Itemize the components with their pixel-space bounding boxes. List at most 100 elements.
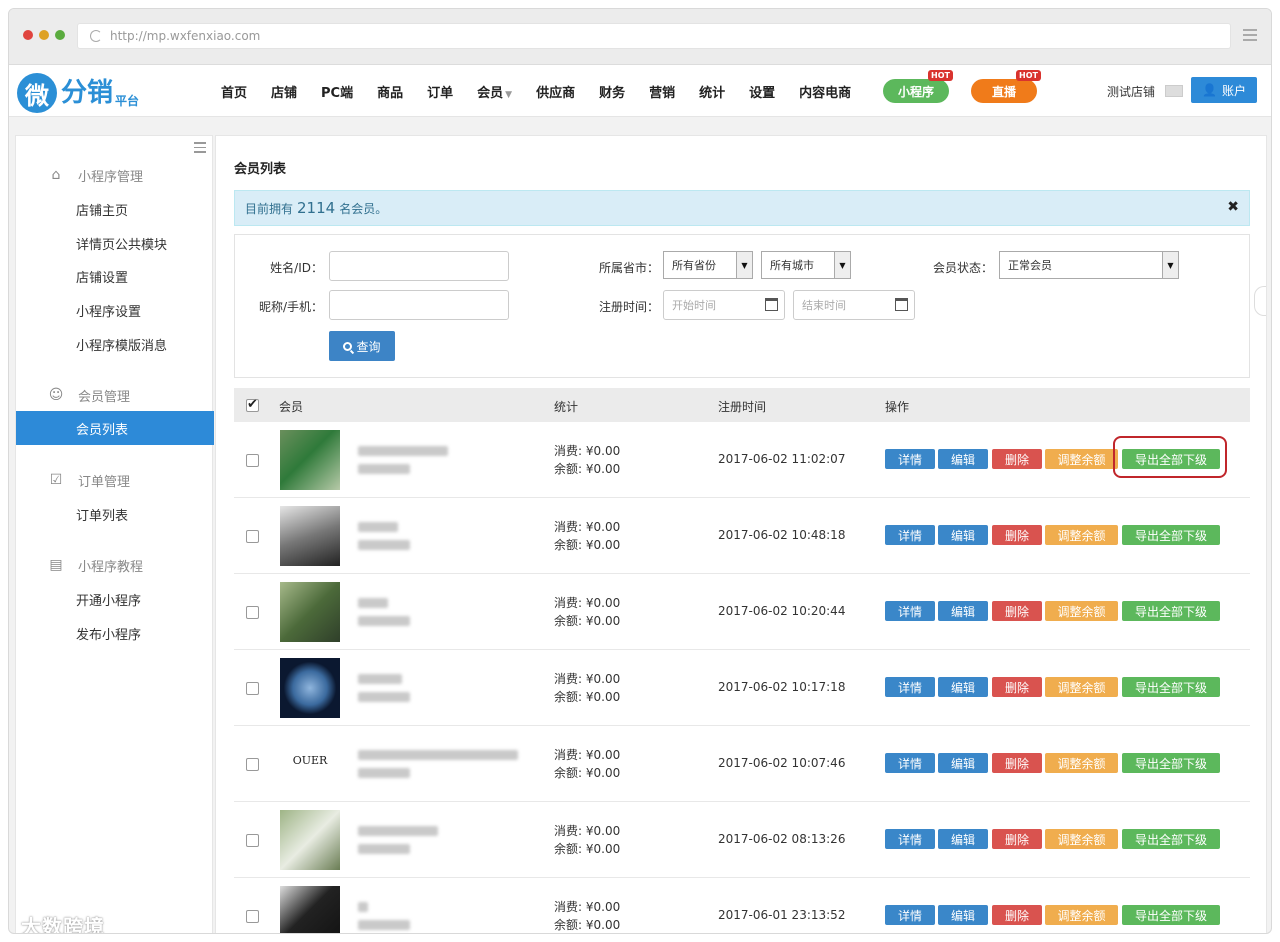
- reload-icon[interactable]: [90, 30, 102, 42]
- sidebar-item-member-list[interactable]: 会员列表: [16, 411, 214, 445]
- name-id-input[interactable]: [329, 251, 509, 281]
- delete-button[interactable]: 删除: [992, 601, 1042, 621]
- detail-button[interactable]: 详情: [885, 829, 935, 849]
- detail-button[interactable]: 详情: [885, 677, 935, 697]
- nav-orders[interactable]: 订单: [427, 82, 453, 101]
- detail-button[interactable]: 详情: [885, 449, 935, 469]
- nav-members[interactable]: 会员 ▼: [477, 82, 512, 101]
- nav-goods[interactable]: 商品: [377, 82, 403, 101]
- export-subordinates-button[interactable]: 导出全部下级: [1122, 829, 1220, 849]
- mini-program-button[interactable]: 小程序 HOT: [883, 70, 953, 103]
- export-subordinates-button[interactable]: 导出全部下级: [1122, 753, 1220, 773]
- delete-button[interactable]: 删除: [992, 677, 1042, 697]
- maximize-dot[interactable]: [55, 30, 65, 40]
- row-checkbox[interactable]: [246, 834, 259, 847]
- sidebar-toggle-icon[interactable]: [194, 142, 206, 156]
- row-checkbox[interactable]: [246, 454, 259, 467]
- nav-content-ecommerce[interactable]: 内容电商: [799, 82, 851, 101]
- sidebar-group-orders[interactable]: ☑ 订单管理: [16, 463, 214, 497]
- adjust-balance-button[interactable]: 调整余额: [1045, 829, 1118, 849]
- row-checkbox[interactable]: [246, 910, 259, 923]
- edit-button[interactable]: 编辑: [938, 829, 988, 849]
- end-date-input[interactable]: 结束时间: [793, 290, 915, 320]
- sidebar-item-open-mini[interactable]: 开通小程序: [16, 582, 214, 616]
- nav-stats[interactable]: 统计: [699, 82, 725, 101]
- member-avatar[interactable]: OUER: [280, 734, 340, 794]
- export-subordinates-button[interactable]: 导出全部下级: [1122, 905, 1220, 925]
- nav-finance[interactable]: 财务: [599, 82, 625, 101]
- detail-button[interactable]: 详情: [885, 753, 935, 773]
- province-select[interactable]: 所有省份 ▼: [663, 251, 753, 279]
- export-subordinates-button[interactable]: 导出全部下级: [1122, 525, 1220, 545]
- account-button[interactable]: 👤 账户: [1191, 77, 1257, 103]
- delete-button[interactable]: 删除: [992, 449, 1042, 469]
- query-button[interactable]: 查询: [329, 331, 395, 361]
- export-subordinates-button[interactable]: 导出全部下级: [1122, 601, 1220, 621]
- sidebar-item-order-list[interactable]: 订单列表: [16, 497, 214, 531]
- minimize-dot[interactable]: [39, 30, 49, 40]
- nav-shop[interactable]: 店铺: [271, 82, 297, 101]
- member-avatar[interactable]: [280, 582, 340, 642]
- logo[interactable]: 微 分销 平台: [17, 73, 139, 113]
- member-avatar[interactable]: [280, 810, 340, 870]
- adjust-balance-button[interactable]: 调整余额: [1045, 449, 1118, 469]
- member-avatar[interactable]: [280, 430, 340, 490]
- sidebar-item-publish-mini[interactable]: 发布小程序: [16, 616, 214, 650]
- browser-menu-icon[interactable]: [1243, 29, 1257, 44]
- row-checkbox[interactable]: [246, 758, 259, 771]
- row-checkbox[interactable]: [246, 606, 259, 619]
- export-subordinates-button[interactable]: 导出全部下级: [1122, 677, 1220, 697]
- sidebar-item-shop-home[interactable]: 店铺主页: [16, 192, 214, 226]
- edit-button[interactable]: 编辑: [938, 525, 988, 545]
- adjust-balance-button[interactable]: 调整余额: [1045, 677, 1118, 697]
- shop-name[interactable]: 测试店铺: [1107, 83, 1155, 100]
- nav-home[interactable]: 首页: [221, 82, 247, 101]
- detail-button[interactable]: 详情: [885, 601, 935, 621]
- edit-button[interactable]: 编辑: [938, 905, 988, 925]
- row-checkbox[interactable]: [246, 530, 259, 543]
- member-avatar[interactable]: [280, 506, 340, 566]
- city-select[interactable]: 所有城市 ▼: [761, 251, 851, 279]
- delete-button[interactable]: 删除: [992, 753, 1042, 773]
- sidebar-item-mini-settings[interactable]: 小程序设置: [16, 293, 214, 327]
- edit-button[interactable]: 编辑: [938, 449, 988, 469]
- delete-button[interactable]: 删除: [992, 829, 1042, 849]
- start-date-input[interactable]: 开始时间: [663, 290, 785, 320]
- nav-pc[interactable]: PC端: [321, 82, 353, 101]
- sidebar-group-members[interactable]: ☺ 会员管理: [16, 378, 214, 412]
- edit-button[interactable]: 编辑: [938, 753, 988, 773]
- sidebar-item-shop-settings[interactable]: 店铺设置: [16, 259, 214, 293]
- sidebar-item-template-messages[interactable]: 小程序模版消息: [16, 327, 214, 361]
- mail-icon[interactable]: [1165, 85, 1183, 97]
- live-button[interactable]: 直播 HOT: [971, 70, 1041, 103]
- name-id-label: 姓名/ID：: [270, 261, 323, 275]
- close-dot[interactable]: [23, 30, 33, 40]
- sidebar-item-detail-module[interactable]: 详情页公共模块: [16, 226, 214, 260]
- edit-button[interactable]: 编辑: [938, 601, 988, 621]
- sidebar-group-mini-program[interactable]: ⌂ 小程序管理: [16, 158, 214, 192]
- adjust-balance-button[interactable]: 调整余额: [1045, 525, 1118, 545]
- nick-phone-input[interactable]: [329, 290, 509, 320]
- collapse-handle[interactable]: [1254, 286, 1266, 316]
- calendar-icon[interactable]: [765, 298, 778, 311]
- adjust-balance-button[interactable]: 调整余额: [1045, 753, 1118, 773]
- close-icon[interactable]: ✖: [1227, 199, 1239, 215]
- adjust-balance-button[interactable]: 调整余额: [1045, 905, 1118, 925]
- detail-button[interactable]: 详情: [885, 525, 935, 545]
- member-avatar[interactable]: [280, 658, 340, 718]
- calendar-icon[interactable]: [895, 298, 908, 311]
- delete-button[interactable]: 删除: [992, 905, 1042, 925]
- row-checkbox[interactable]: [246, 682, 259, 695]
- detail-button[interactable]: 详情: [885, 905, 935, 925]
- sidebar-group-tutorial[interactable]: ▤ 小程序教程: [16, 548, 214, 582]
- delete-button[interactable]: 删除: [992, 525, 1042, 545]
- nav-settings[interactable]: 设置: [749, 82, 775, 101]
- address-bar[interactable]: http://mp.wxfenxiao.com: [77, 23, 1231, 49]
- edit-button[interactable]: 编辑: [938, 677, 988, 697]
- select-all-checkbox[interactable]: [246, 397, 259, 412]
- status-select[interactable]: 正常会员 ▼: [999, 251, 1179, 279]
- adjust-balance-button[interactable]: 调整余额: [1045, 601, 1118, 621]
- nav-suppliers[interactable]: 供应商: [536, 82, 575, 101]
- member-avatar[interactable]: [280, 886, 340, 933]
- nav-marketing[interactable]: 营销: [649, 82, 675, 101]
